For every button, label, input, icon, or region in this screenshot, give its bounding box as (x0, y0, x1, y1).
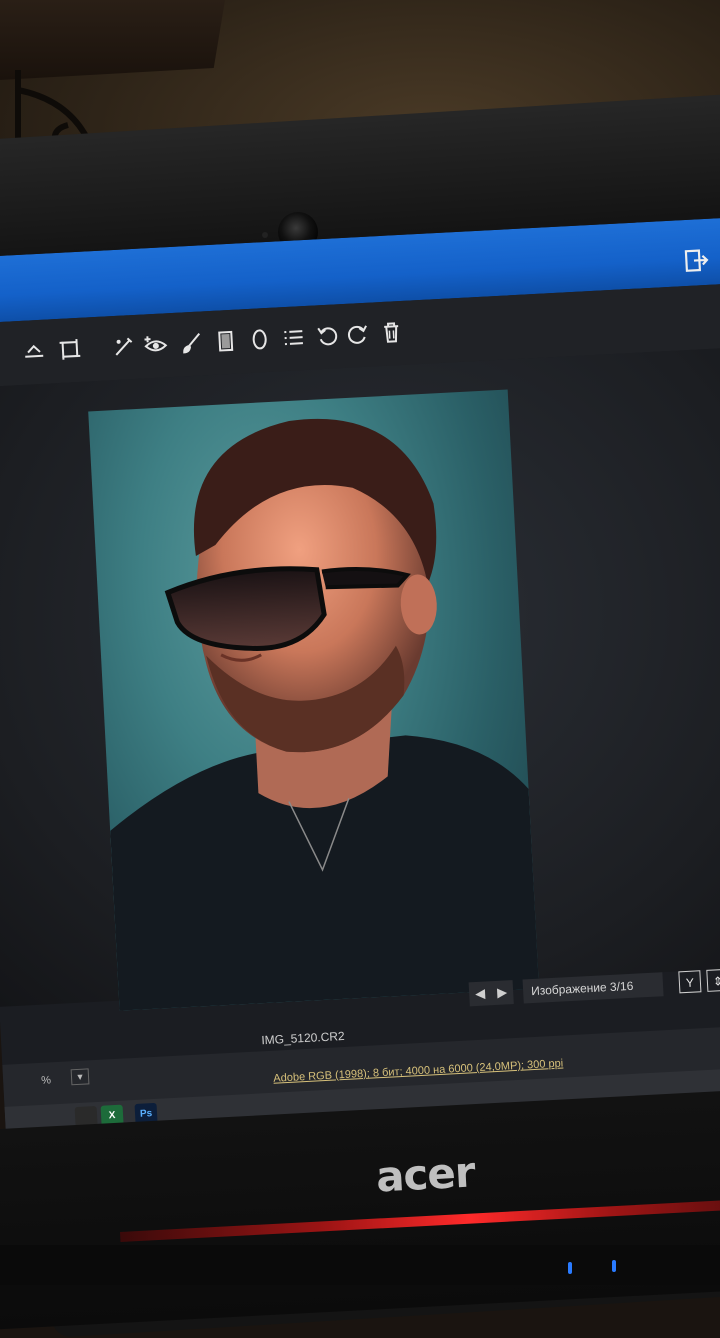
straighten-icon[interactable] (20, 338, 47, 365)
prev-arrow-icon[interactable]: ◀ (475, 986, 486, 1003)
spot-removal-icon[interactable] (110, 333, 137, 360)
zoom-dropdown[interactable]: ▼ (70, 1068, 90, 1086)
rotate-right-icon[interactable] (344, 321, 371, 348)
screen: ◀ ▶ Изображение 3/16 Y ⇕ IMG_5120.CR2 % … (0, 216, 720, 1137)
red-eye-icon[interactable] (142, 331, 169, 358)
transform-icon[interactable] (56, 336, 83, 363)
image-counter: Изображение 3/16 (522, 972, 664, 1004)
zoom-level: % (40, 1074, 52, 1087)
wall-shelf (0, 0, 225, 80)
next-arrow-icon[interactable]: ▶ (497, 984, 508, 1001)
portrait-illustration (110, 418, 540, 1011)
brush-icon[interactable] (178, 329, 205, 356)
nav-arrows[interactable]: ◀ ▶ (468, 980, 514, 1007)
trash-icon[interactable] (378, 319, 405, 346)
exit-icon[interactable] (682, 247, 709, 274)
file-name: IMG_5120.CR2 (260, 1028, 345, 1048)
portrait-photo (88, 389, 540, 1011)
list-icon[interactable] (280, 324, 307, 351)
rotate-left-icon[interactable] (314, 322, 341, 349)
status-led (568, 1262, 572, 1274)
badge-y[interactable]: Y (678, 970, 702, 994)
graduated-filter-icon[interactable] (212, 328, 239, 355)
radial-filter-icon[interactable] (246, 326, 273, 353)
brand-logo: acer (374, 1147, 476, 1202)
status-led (612, 1260, 616, 1272)
adjust-icon[interactable]: ⇕ (706, 968, 720, 992)
webcam-led (262, 232, 268, 238)
